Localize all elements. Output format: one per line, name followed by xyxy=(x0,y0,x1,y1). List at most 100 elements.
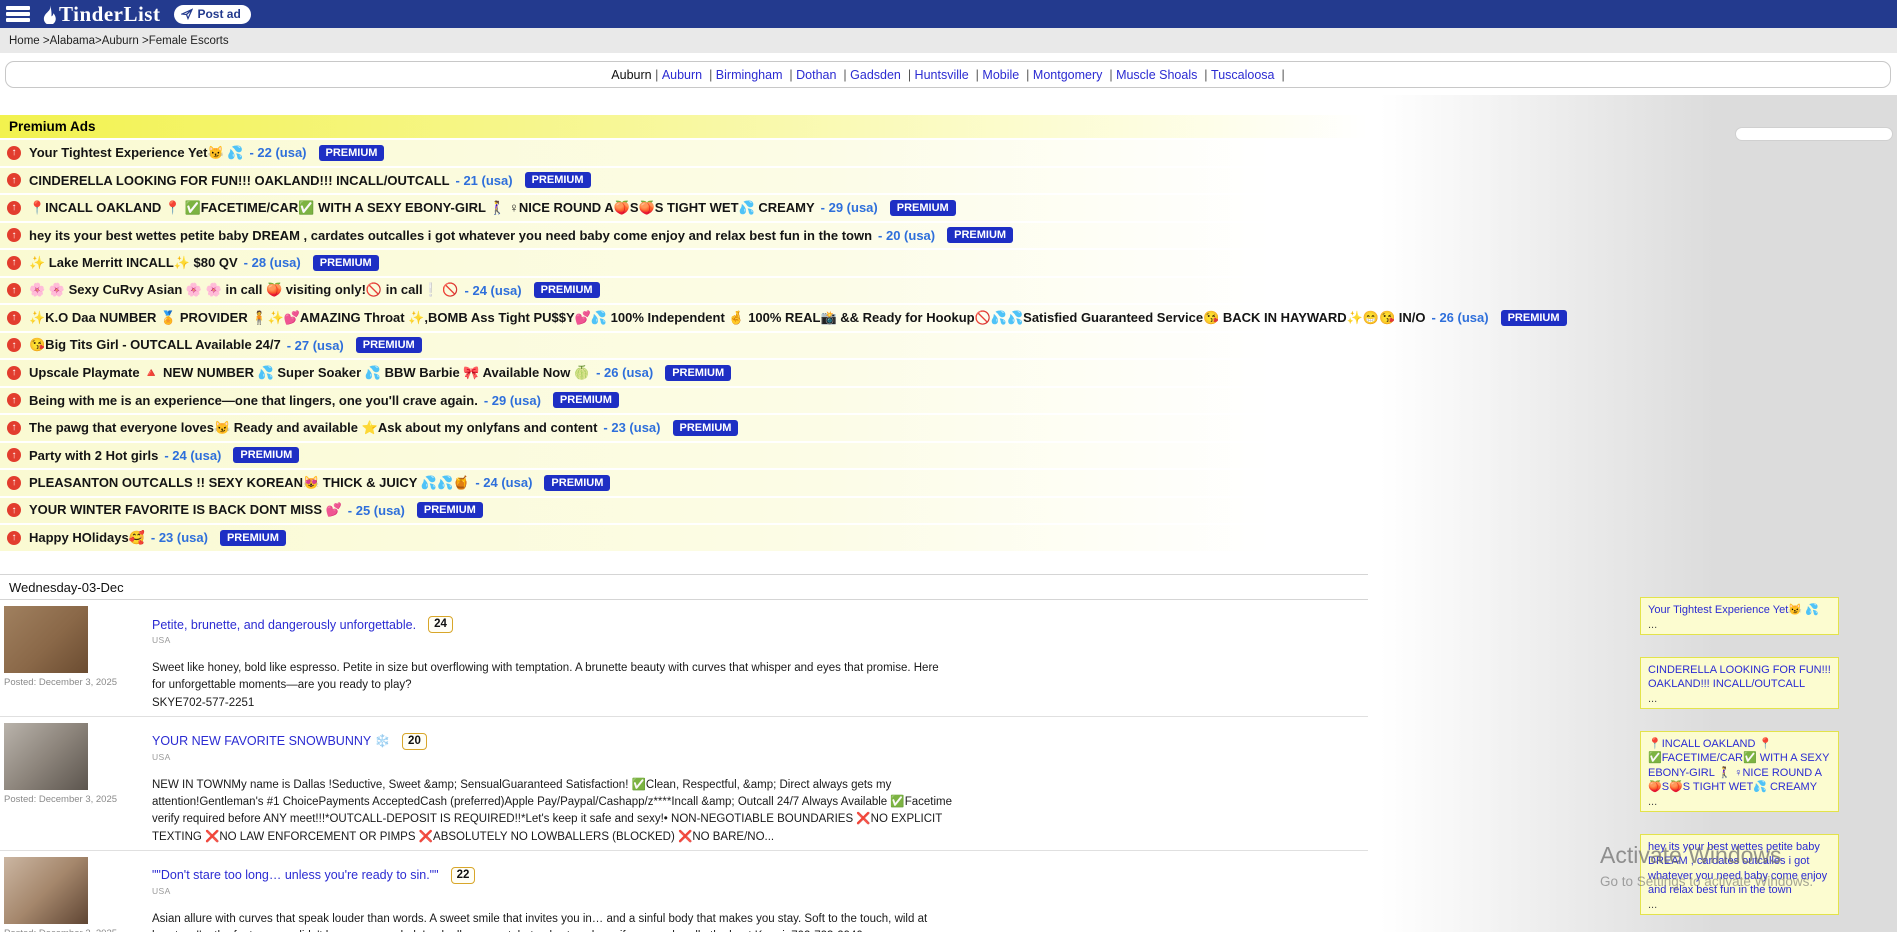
sidebar-ad-link[interactable]: CINDERELLA LOOKING FOR FUN!!! OAKLAND!!!… xyxy=(1648,663,1831,692)
up-arrow-icon: ↑ xyxy=(7,366,21,380)
sidebar-ad-ellipsis: ... xyxy=(1648,796,1831,808)
listing-title-link[interactable]: ""Don't stare too long… unless you're re… xyxy=(152,868,439,882)
city-link[interactable]: Tuscaloosa xyxy=(1211,68,1274,82)
premium-ad-row: ↑ Party with 2 Hot girls - 24 (usa) PREM… xyxy=(0,443,1368,469)
listing-country: USA xyxy=(152,886,952,896)
premium-ad-link[interactable]: CINDERELLA LOOKING FOR FUN!!! OAKLAND!!!… xyxy=(29,173,450,188)
premium-badge: PREMIUM xyxy=(220,530,286,546)
premium-badge: PREMIUM xyxy=(890,200,956,216)
premium-ad-link[interactable]: Upscale Playmate 🔺 NEW NUMBER 💦 Super So… xyxy=(29,365,590,381)
premium-ad-age-meta: - 28 (usa) xyxy=(244,255,301,270)
premium-ad-link[interactable]: Being with me is an experience—one that … xyxy=(29,393,478,408)
up-arrow-icon: ↑ xyxy=(7,256,21,270)
site-logo-text: TinderList xyxy=(59,2,160,27)
sidebar-ad-box[interactable]: CINDERELLA LOOKING FOR FUN!!! OAKLAND!!!… xyxy=(1640,657,1839,709)
sidebar-ad-link[interactable]: hey its your best wettes petite baby DRE… xyxy=(1648,840,1831,898)
premium-ad-row: ↑ Upscale Playmate 🔺 NEW NUMBER 💦 Super … xyxy=(0,360,1368,386)
sidebar-ad-link[interactable]: 📍INCALL OAKLAND 📍 ✅FACETIME/CAR✅ WITH A … xyxy=(1648,737,1831,795)
city-link[interactable]: Auburn xyxy=(611,68,651,82)
breadcrumb-link[interactable]: Female Escorts xyxy=(149,35,229,47)
premium-ad-age-meta: - 24 (usa) xyxy=(164,448,221,463)
post-ad-button[interactable]: Post ad xyxy=(174,5,250,24)
listing-title-link[interactable]: Petite, brunette, and dangerously unforg… xyxy=(152,618,416,632)
premium-ad-link[interactable]: Happy HOlidays🥰 xyxy=(29,530,145,546)
premium-badge: PREMIUM xyxy=(319,145,385,161)
city-link[interactable]: Birmingham xyxy=(716,68,783,82)
breadcrumb-link[interactable]: Auburn xyxy=(102,35,139,47)
premium-ad-age-meta: - 25 (usa) xyxy=(348,503,405,518)
listings-section: Posted: December 3, 2025 Petite, brunett… xyxy=(0,599,1368,932)
posted-date: Posted: December 3, 2025 xyxy=(4,794,152,805)
premium-ad-row: ↑ The pawg that everyone loves😼 Ready an… xyxy=(0,415,1368,441)
listing-body: YOUR NEW FAVORITE SNOWBUNNY ❄️ 20 USA NE… xyxy=(152,723,952,846)
premium-badge: PREMIUM xyxy=(534,282,600,298)
premium-ad-link[interactable]: Your Tightest Experience Yet😼 💦 xyxy=(29,145,243,161)
premium-ad-age-meta: - 22 (usa) xyxy=(249,145,306,160)
paper-plane-icon xyxy=(181,8,193,20)
breadcrumb-link[interactable]: Home xyxy=(9,35,40,47)
premium-ad-row: ↑ 🌸 🌸 Sexy CuRvy Asian 🌸 🌸 in call 🍑 vis… xyxy=(0,278,1368,304)
premium-ad-link[interactable]: 📍INCALL OAKLAND 📍 ✅FACETIME/CAR✅ WITH A … xyxy=(29,200,815,216)
city-links-bar: Auburn | Auburn | Birmingham | Dothan | … xyxy=(5,61,1891,88)
age-badge: 20 xyxy=(402,733,427,750)
premium-ad-link[interactable]: YOUR WINTER FAVORITE IS BACK DONT MISS 💕 xyxy=(29,502,342,518)
city-link[interactable]: Huntsville xyxy=(915,68,969,82)
premium-badge: PREMIUM xyxy=(665,365,731,381)
up-arrow-icon: ↑ xyxy=(7,338,21,352)
listing-description: NEW IN TOWNMy name is Dallas !Seductive,… xyxy=(152,777,952,846)
premium-ad-link[interactable]: 🌸 🌸 Sexy CuRvy Asian 🌸 🌸 in call 🍑 visit… xyxy=(29,282,459,298)
up-arrow-icon: ↑ xyxy=(7,311,21,325)
listing-thumb-column: Posted: December 3, 2025 xyxy=(0,606,152,712)
listing-title-link[interactable]: YOUR NEW FAVORITE SNOWBUNNY ❄️ xyxy=(152,734,390,749)
city-separator: | xyxy=(969,68,983,82)
breadcrumb: Home > Alabama> Auburn > Female Escorts xyxy=(0,28,1897,53)
listing-thumbnail[interactable] xyxy=(4,606,88,673)
listing-body: Petite, brunette, and dangerously unforg… xyxy=(152,606,952,712)
listing-thumbnail[interactable] xyxy=(4,723,88,790)
city-separator: | xyxy=(702,68,716,82)
premium-ad-age-meta: - 21 (usa) xyxy=(456,173,513,188)
city-link[interactable]: Auburn xyxy=(662,68,702,82)
flame-icon xyxy=(42,5,57,24)
city-link[interactable]: Muscle Shoals xyxy=(1116,68,1197,82)
sidebar-ad-box[interactable]: 📍INCALL OAKLAND 📍 ✅FACETIME/CAR✅ WITH A … xyxy=(1640,731,1839,812)
sidebar-ad-link[interactable]: Your Tightest Experience Yet😼 💦 xyxy=(1648,603,1831,618)
top-right-placeholder[interactable] xyxy=(1735,127,1893,141)
premium-ad-row: ↑ YOUR WINTER FAVORITE IS BACK DONT MISS… xyxy=(0,498,1368,524)
sidebar-ad-box[interactable]: hey its your best wettes petite baby DRE… xyxy=(1640,834,1839,915)
city-link[interactable]: Montgomery xyxy=(1033,68,1102,82)
premium-ad-link[interactable]: Party with 2 Hot girls xyxy=(29,448,158,463)
premium-ad-row: ↑ PLEASANTON OUTCALLS !! SEXY KOREAN😻 TH… xyxy=(0,470,1368,496)
premium-ad-link[interactable]: 😘Big Tits Girl - OUTCALL Available 24/7 xyxy=(29,337,281,353)
city-separator: | xyxy=(836,68,850,82)
premium-ad-link[interactable]: The pawg that everyone loves😼 Ready and … xyxy=(29,420,597,436)
up-arrow-icon: ↑ xyxy=(7,448,21,462)
premium-ad-age-meta: - 20 (usa) xyxy=(878,228,935,243)
city-link[interactable]: Gadsden xyxy=(850,68,901,82)
city-link[interactable]: Dothan xyxy=(796,68,836,82)
premium-badge: PREMIUM xyxy=(947,227,1013,243)
posted-date: Posted: December 3, 2025 xyxy=(4,928,152,932)
premium-ad-link[interactable]: hey its your best wettes petite baby DRE… xyxy=(29,228,872,243)
city-separator: | xyxy=(782,68,796,82)
premium-badge: PREMIUM xyxy=(1501,310,1567,326)
listing-description: Sweet like honey, bold like espresso. Pe… xyxy=(152,660,952,712)
premium-ad-link[interactable]: PLEASANTON OUTCALLS !! SEXY KOREAN😻 THIC… xyxy=(29,475,469,491)
up-arrow-icon: ↑ xyxy=(7,421,21,435)
sidebar-ad-box[interactable]: Your Tightest Experience Yet😼 💦 ... xyxy=(1640,597,1839,635)
premium-ad-link[interactable]: ✨ Lake Merritt INCALL✨ $80 QV xyxy=(29,255,238,271)
premium-ad-age-meta: - 24 (usa) xyxy=(475,475,532,490)
breadcrumb-link[interactable]: Alabama xyxy=(50,35,95,47)
site-logo[interactable]: TinderList xyxy=(42,2,160,27)
premium-ad-age-meta: - 23 (usa) xyxy=(603,420,660,435)
page: TinderList Post ad Home > Alabama> Aubur… xyxy=(0,0,1897,932)
premium-ad-age-meta: - 26 (usa) xyxy=(596,365,653,380)
premium-ad-age-meta: - 23 (usa) xyxy=(151,530,208,545)
posted-date: Posted: December 3, 2025 xyxy=(4,677,152,688)
premium-ad-link[interactable]: ✨K.O Daa NUMBER 🏅 PROVIDER 🧍✨💕AMAZING Th… xyxy=(29,310,1426,326)
hamburger-menu-icon[interactable] xyxy=(6,6,30,22)
listing-thumbnail[interactable] xyxy=(4,857,88,924)
premium-ad-row: ↑ 😘Big Tits Girl - OUTCALL Available 24/… xyxy=(0,333,1368,359)
listing-item: Posted: December 3, 2025 Petite, brunett… xyxy=(0,599,1368,716)
city-link[interactable]: Mobile xyxy=(982,68,1019,82)
